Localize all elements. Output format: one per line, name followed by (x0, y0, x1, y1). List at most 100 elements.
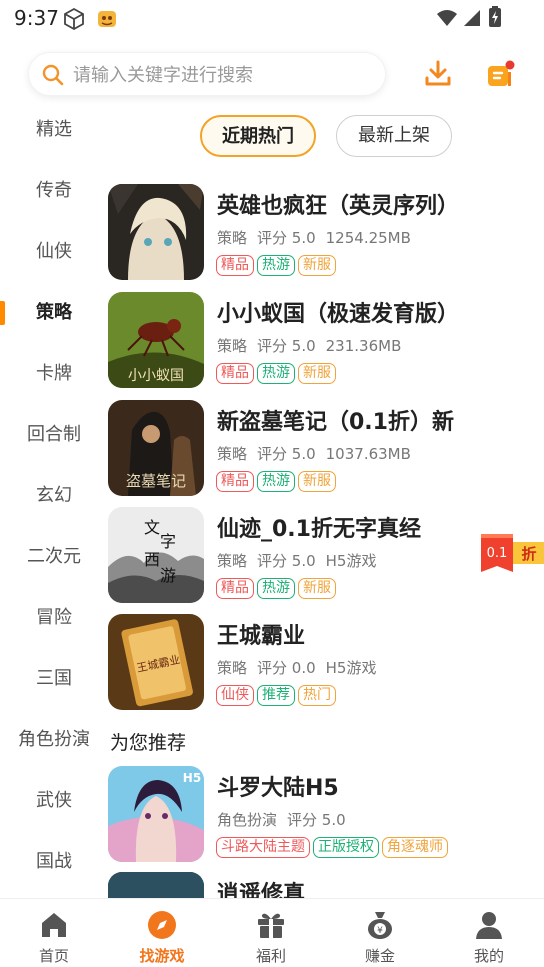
tab-recent-hot[interactable]: 近期热门 (200, 115, 316, 157)
tab-newest[interactable]: 最新上架 (336, 115, 452, 157)
sidebar-item-adventure[interactable]: 冒险 (0, 598, 108, 638)
search-input[interactable] (73, 61, 373, 89)
message-icon[interactable] (484, 58, 516, 90)
tag-new-server: 新服 (298, 578, 336, 599)
nav-home[interactable]: 首页 (0, 899, 108, 967)
thumbnail-char: 游 (160, 566, 176, 585)
thumbnail-title: 盗墓笔记 (126, 472, 186, 490)
game-list-item[interactable]: 盗墓笔记 新盗墓笔记（0.1折）新 策略 评分 5.0 1037.63MB 精品 热游… (108, 400, 508, 500)
money-bag-icon: ¥ (368, 912, 392, 939)
wifi-icon (437, 10, 457, 26)
sidebar-item-anime[interactable]: 二次元 (0, 537, 108, 577)
nav-label: 我的 (473, 947, 504, 965)
battery-icon (489, 6, 501, 27)
nav-find-games[interactable]: 找游戏 (108, 899, 216, 967)
tag-new-server: 新服 (298, 471, 336, 492)
tag-xianxia: 仙侠 (216, 685, 254, 706)
tag-premium: 精品 (216, 471, 254, 492)
tag-premium: 精品 (216, 578, 254, 599)
game-size: 1037.63MB (325, 445, 411, 463)
sidebar-item-card[interactable]: 卡牌 (0, 354, 108, 394)
game-category: 策略 (217, 552, 248, 570)
game-rating: 评分 5.0 (257, 445, 316, 463)
game-rating: 评分 5.0 (257, 337, 316, 355)
tag-premium: 精品 (216, 363, 254, 384)
signal-icon (464, 10, 480, 26)
discount-label: 折 (521, 545, 536, 563)
sidebar-item-strategy[interactable]: 策略 (0, 293, 108, 333)
sidebar-item-featured[interactable]: 精选 (0, 110, 108, 150)
thumbnail-char: 文 (144, 518, 160, 537)
game-category: 策略 (217, 659, 248, 677)
game-list-item[interactable]: 小小蚁国 小小蚁国（极速发育版） 策略 评分 5.0 231.36MB 精品 热游 新服 (108, 292, 508, 392)
tag-hot: 热游 (257, 471, 295, 492)
game-size: H5游戏 (325, 552, 377, 570)
sidebar-item-xianxia[interactable]: 仙侠 (0, 232, 108, 272)
sidebar-item-legend[interactable]: 传奇 (0, 171, 108, 211)
game-title: 小小蚁国（极速发育版） (217, 302, 460, 327)
tag-theme: 斗路大陆主题 (216, 837, 310, 858)
game-title: 王城霸业 (217, 624, 306, 649)
game-meta: 策略 评分 5.0 H5游戏 (217, 550, 386, 571)
tag-soul-master: 角逐魂师 (382, 837, 448, 858)
nav-label: 福利 (255, 947, 286, 965)
game-title: 斗罗大陆H5 (217, 776, 339, 801)
discount-value: 0.1 (487, 546, 508, 561)
game-title: 英雄也疯狂（英灵序列） (217, 194, 460, 219)
tag-new-server: 新服 (298, 255, 336, 276)
game-list-item[interactable]: H5 斗罗大陆H5 角色扮演 评分 5.0 斗路大陆主题 正版授权 角逐魂师 (108, 766, 508, 866)
nav-profile[interactable]: 我的 (435, 899, 543, 967)
game-rating: 评分 5.0 (257, 552, 316, 570)
game-tags: 精品 热游 新服 (216, 254, 339, 276)
sidebar-item-turn-based[interactable]: 回合制 (0, 415, 108, 455)
active-indicator (0, 301, 5, 325)
nav-label: 找游戏 (139, 947, 185, 965)
search-bar[interactable] (28, 52, 386, 96)
tag-hot: 热游 (257, 578, 295, 599)
discount-float-badge[interactable]: 0.1 折 (479, 532, 544, 576)
game-thumbnail: 盗墓笔记 (108, 400, 204, 496)
game-meta: 角色扮演 评分 5.0 (217, 809, 356, 830)
tag-premium: 精品 (216, 255, 254, 276)
game-title: 新盗墓笔记（0.1折）新 (217, 410, 454, 435)
bottom-nav: 首页 找游戏 福利 ¥ 赚金 我的 (0, 898, 544, 967)
cube-icon (64, 7, 84, 31)
download-icon[interactable] (425, 60, 451, 88)
game-rating: 评分 5.0 (257, 229, 316, 247)
tag-new-server: 新服 (298, 363, 336, 384)
game-list-item[interactable]: 文 字 西 游 仙迹_0.1折无字真经 策略 评分 5.0 H5游戏 精品 热游 新服 (108, 507, 508, 607)
user-icon (476, 912, 502, 939)
status-time: 9:37 (14, 6, 59, 30)
tag-hot: 热游 (257, 255, 295, 276)
search-icon (42, 64, 64, 86)
sidebar-item-national-war[interactable]: 国战 (0, 842, 108, 882)
thumbnail-char: 字 (160, 532, 176, 551)
sidebar-item-three-kingdoms[interactable]: 三国 (0, 659, 108, 699)
sidebar-item-fantasy[interactable]: 玄幻 (0, 476, 108, 516)
coin-symbol: ¥ (377, 926, 383, 936)
tag-recommend: 推荐 (257, 685, 295, 706)
tag-hot: 热游 (257, 363, 295, 384)
game-tags: 精品 热游 新服 (216, 470, 339, 492)
game-tags: 斗路大陆主题 正版授权 角逐魂师 (216, 836, 451, 858)
game-list-item[interactable]: 英雄也疯狂（英灵序列） 策略 评分 5.0 1254.25MB 精品 热游 新服 (108, 184, 508, 284)
game-title: 仙迹_0.1折无字真经 (217, 517, 421, 542)
game-thumbnail: H5 (108, 766, 204, 862)
gift-icon (258, 913, 284, 938)
nav-welfare[interactable]: 福利 (217, 899, 325, 967)
thumbnail-char: 西 (144, 550, 160, 569)
game-category: 策略 (217, 445, 248, 463)
game-size: H5游戏 (325, 659, 377, 677)
tag-licensed: 正版授权 (313, 837, 379, 858)
recommend-section-title: 为您推荐 (110, 732, 187, 754)
game-tags: 仙侠 推荐 热门 (216, 684, 339, 706)
game-list-item[interactable]: 王城霸业 王城霸业 策略 评分 0.0 H5游戏 仙侠 推荐 热门 (108, 614, 508, 714)
nav-earn[interactable]: ¥ 赚金 (326, 899, 434, 967)
compass-icon (148, 911, 176, 939)
sidebar-item-rpg[interactable]: 角色扮演 (0, 720, 108, 760)
game-thumbnail: 文 字 西 游 (108, 507, 204, 603)
nav-label: 首页 (38, 947, 69, 965)
game-tags: 精品 热游 新服 (216, 577, 339, 599)
sidebar-item-wuxia[interactable]: 武侠 (0, 781, 108, 821)
game-thumbnail (108, 184, 204, 280)
